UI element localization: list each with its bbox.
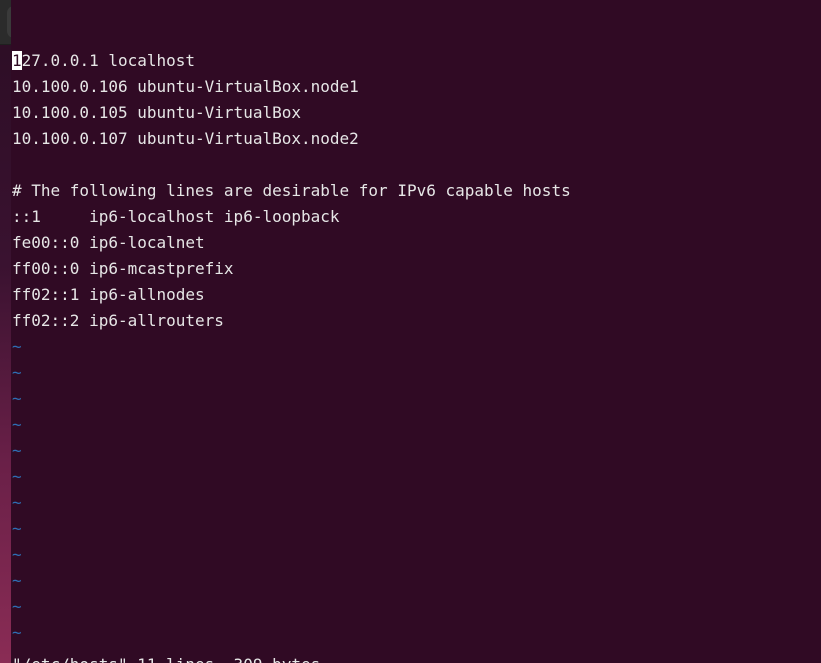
empty-line-marker: ~: [12, 493, 22, 512]
editor-line-6: # The following lines are desirable for …: [12, 181, 571, 200]
empty-line-marker: ~: [12, 597, 22, 616]
empty-line-marker: ~: [12, 363, 22, 382]
empty-line-marker: ~: [12, 571, 22, 590]
empty-line-marker: ~: [12, 467, 22, 486]
status-line: "/etc/hosts" 11 lines, 309 bytes: [12, 652, 320, 663]
editor-line-7: ::1 ip6-localhost ip6-loopback: [12, 207, 340, 226]
line-text: 27.0.0.1 localhost: [21, 51, 196, 70]
empty-line-marker: ~: [12, 545, 22, 564]
editor-line-9: ff00::0 ip6-mcastprefix: [12, 259, 234, 278]
desktop-wallpaper: [0, 0, 11, 663]
empty-line-marker: ~: [12, 441, 22, 460]
empty-line-marker: ~: [12, 623, 22, 642]
editor-line-2: 10.100.0.106 ubuntu-VirtualBox.node1: [12, 77, 359, 96]
editor-line-1: 127.0.0.1 localhost: [11, 48, 821, 74]
editor-line-3: 10.100.0.105 ubuntu-VirtualBox: [12, 103, 301, 122]
terminal-area[interactable]: 127.0.0.1 localhost 10.100.0.106 ubuntu-…: [11, 48, 821, 663]
empty-line-marker: ~: [12, 337, 22, 356]
empty-line-marker: ~: [12, 519, 22, 538]
text-cursor: 1: [12, 51, 22, 70]
empty-line-marker: ~: [12, 415, 22, 434]
editor-line-11: ff02::2 ip6-allrouters: [12, 311, 224, 330]
editor-line-5: [11, 152, 821, 178]
empty-line-marker: ~: [12, 389, 22, 408]
editor-line-8: fe00::0 ip6-localnet: [12, 233, 205, 252]
terminal-window: 127.0.0.1 localhost 10.100.0.106 ubuntu-…: [11, 0, 821, 663]
editor-line-10: ff02::1 ip6-allnodes: [12, 285, 205, 304]
editor-line-4: 10.100.0.107 ubuntu-VirtualBox.node2: [12, 129, 359, 148]
